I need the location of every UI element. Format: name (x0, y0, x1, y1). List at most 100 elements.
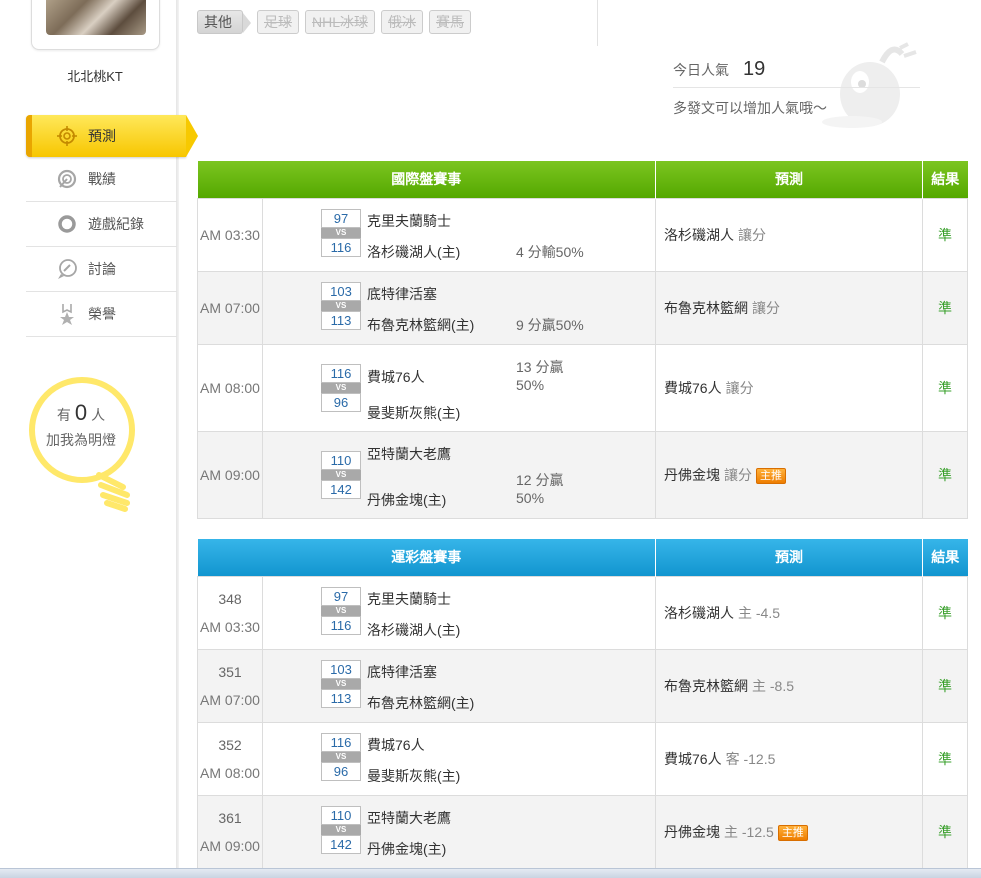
fans-suffix: 人 (91, 407, 106, 423)
tag-other[interactable]: 其他 (197, 10, 251, 34)
fans-caption[interactable]: 加我為明燈 (27, 430, 135, 450)
away-team[interactable]: 克里夫蘭騎士 (367, 589, 451, 609)
match-time: AM 07:00 (197, 270, 263, 345)
popularity-hint: 多發文可以增加人氣哦～ (673, 100, 827, 116)
home-team[interactable]: 丹佛金塊(主) (367, 490, 446, 510)
handicap-rate: 50% (516, 489, 545, 506)
table-row: 352 AM 08:00 116 VS 96 費城76人 曼斐斯灰熊(主) 費城7… (197, 721, 968, 796)
sport-header-match: 運彩盤賽事 (197, 539, 656, 576)
table-header-row: 運彩盤賽事 預測 結果 (197, 539, 968, 576)
home-score: 96 (321, 761, 361, 781)
game-id: 361 (218, 809, 242, 826)
tag-khl[interactable]: 俄冰 (381, 10, 424, 34)
sidebar-item-predict[interactable]: 預測 (26, 115, 198, 157)
match-cell[interactable]: 116 VS 96 費城76人 曼斐斯灰熊(主) (262, 721, 656, 796)
sidebar-item-discussion[interactable]: 討論 (26, 247, 177, 292)
intl-header-match: 國際盤賽事 (197, 161, 656, 198)
sidebar-nav: 預測 戰績 遊戲紀錄 討論 榮譽 (26, 115, 198, 337)
away-team[interactable]: 費城76人 (367, 367, 425, 387)
prediction-cell: 丹佛金塊主 -12.5 主推 (655, 794, 923, 869)
game-id: 352 (218, 736, 242, 753)
tag-nhl[interactable]: NHL冰球 (305, 10, 376, 34)
sport-tag-bar: 其他 足球 NHL冰球 俄冰 賽馬 (197, 10, 472, 34)
fans-number: 0 (74, 400, 88, 425)
home-team[interactable]: 布魯克林籃網(主) (367, 693, 474, 713)
home-team[interactable]: 曼斐斯灰熊(主) (367, 766, 460, 786)
table-row: AM 09:00 110 VS 142 亞特蘭大老鷹 丹佛金塊(主) 12 分贏… (197, 430, 968, 519)
pick-team: 布魯克林籃網 (664, 299, 748, 316)
featured-pick-badge: 主推 (777, 824, 808, 841)
home-score: 142 (321, 834, 361, 854)
home-team[interactable]: 布魯克林籃網(主) (367, 315, 474, 335)
sidebar-item-label: 戰績 (88, 171, 116, 187)
match-time: AM 09:00 (197, 430, 263, 519)
table-row: 348 AM 03:30 97 VS 116 克里夫蘭騎士 洛杉磯湖人(主) 洛杉… (197, 575, 968, 650)
pick-team: 丹佛金塊 (664, 466, 720, 483)
away-team[interactable]: 克里夫蘭騎士 (367, 211, 451, 231)
match-cell[interactable]: 116 VS 96 費城76人 曼斐斯灰熊(主) 13 分贏 50% (262, 343, 656, 432)
home-score: 116 (321, 237, 361, 257)
pick-team: 洛杉磯湖人 (664, 604, 734, 621)
match-cell[interactable]: 110 VS 142 亞特蘭大老鷹 丹佛金塊(主) (262, 794, 656, 869)
result-cell: 準 (922, 343, 968, 432)
sidebar-item-label: 預測 (88, 128, 116, 144)
away-score: 116 (321, 732, 361, 752)
handicap-line: 9 分贏50% (516, 316, 584, 333)
home-team[interactable]: 洛杉磯湖人(主) (367, 620, 460, 640)
away-team[interactable]: 底特律活塞 (367, 662, 437, 682)
match-time-cell: 352 AM 08:00 (197, 721, 263, 796)
pick-team: 費城76人 (664, 750, 722, 767)
score-box: 103 VS 113 (321, 659, 361, 708)
match-cell[interactable]: 103 VS 113 底特律活塞 布魯克林籃網(主) (262, 648, 656, 723)
result-cell: 準 (922, 721, 968, 796)
result-cell: 準 (922, 794, 968, 869)
home-score: 96 (321, 392, 361, 412)
match-cell[interactable]: 110 VS 142 亞特蘭大老鷹 丹佛金塊(主) 12 分贏 50% (262, 430, 656, 519)
sidebar-item-label: 榮譽 (88, 306, 116, 322)
match-cell[interactable]: 103 VS 113 底特律活塞 布魯克林籃網(主) 9 分贏50% (262, 270, 656, 345)
home-score: 116 (321, 615, 361, 635)
home-team[interactable]: 洛杉磯湖人(主) (367, 242, 460, 262)
sidebar-item-game-log[interactable]: 遊戲紀錄 (26, 202, 177, 247)
pick-type: 主 -12.5 (724, 823, 774, 840)
result-cell: 準 (922, 270, 968, 345)
home-team[interactable]: 丹佛金塊(主) (367, 839, 446, 859)
avatar-image (46, 0, 146, 35)
tag-soccer[interactable]: 足球 (257, 10, 299, 34)
prediction-cell: 費城76人 讓分 (655, 343, 923, 432)
away-score: 97 (321, 586, 361, 606)
sidebar-item-honor[interactable]: 榮譽 (26, 292, 177, 337)
handicap-line: 4 分輸50% (516, 243, 584, 260)
away-score: 103 (321, 281, 361, 301)
away-team[interactable]: 費城76人 (367, 735, 425, 755)
table-header-row: 國際盤賽事 預測 結果 (197, 161, 968, 198)
score-box: 116 VS 96 (321, 732, 361, 781)
handicap-line: 12 分贏 (516, 471, 564, 488)
away-team[interactable]: 亞特蘭大老鷹 (367, 808, 451, 828)
fans-count[interactable]: 有0人 (27, 400, 135, 426)
score-box: 116 VS 96 (321, 363, 361, 412)
away-team[interactable]: 亞特蘭大老鷹 (367, 444, 451, 464)
pick-type: 讓分 (738, 226, 766, 243)
match-cell[interactable]: 97 VS 116 克里夫蘭騎士 洛杉磯湖人(主) (262, 575, 656, 650)
match-time: AM 03:30 (197, 197, 263, 272)
popularity-label: 今日人氣 (673, 61, 729, 78)
away-team[interactable]: 底特律活塞 (367, 284, 437, 304)
vs-label: VS (321, 824, 361, 835)
browser-status-bar (0, 868, 981, 878)
intl-header-pred: 預測 (655, 161, 923, 198)
username[interactable]: 北北桃KT (30, 66, 160, 85)
pick-team: 洛杉磯湖人 (664, 226, 734, 243)
avatar[interactable] (31, 0, 160, 50)
match-time: AM 07:00 (200, 691, 260, 708)
match-cell[interactable]: 97 VS 116 克里夫蘭騎士 洛杉磯湖人(主) 4 分輸50% (262, 197, 656, 272)
sidebar-item-record[interactable]: 戰績 (26, 157, 177, 202)
sidebar-item-label: 遊戲紀錄 (88, 216, 144, 232)
home-team[interactable]: 曼斐斯灰熊(主) (367, 403, 460, 423)
popularity-value: 19 (743, 58, 766, 80)
tag-horse-racing[interactable]: 賽馬 (429, 10, 472, 34)
sport-lottery-table: 運彩盤賽事 預測 結果 348 AM 03:30 97 VS 116 克里夫蘭騎士… (197, 539, 968, 869)
vs-label: VS (321, 300, 361, 311)
vs-label: VS (321, 678, 361, 689)
vs-label: VS (321, 605, 361, 616)
